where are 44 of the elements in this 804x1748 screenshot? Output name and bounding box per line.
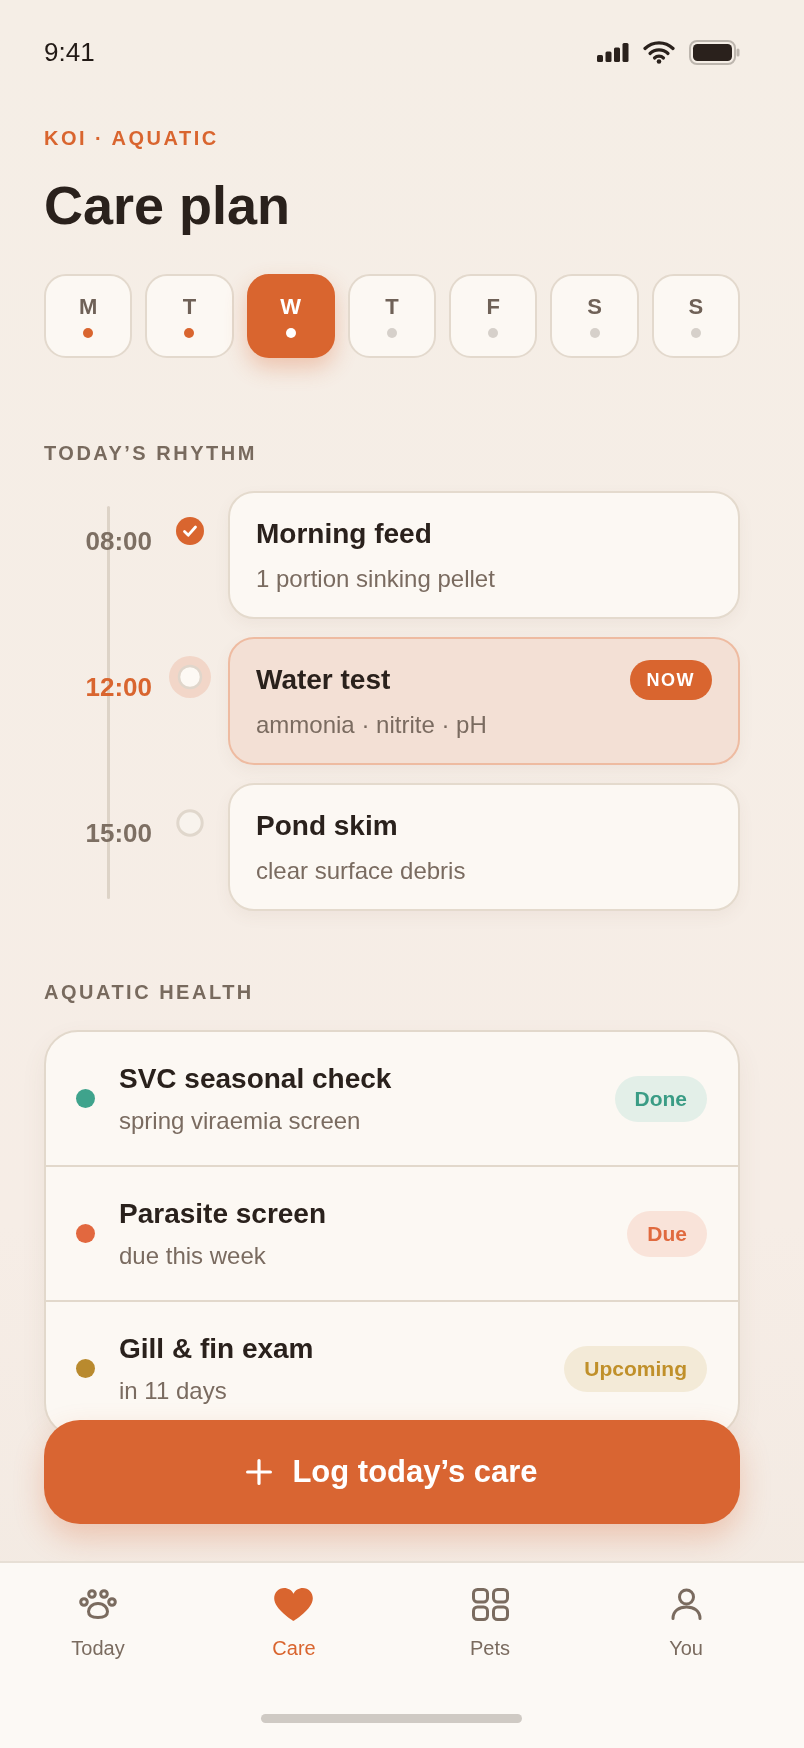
log-care-button[interactable]: Log today’s care	[44, 1420, 740, 1524]
page-title: Care plan	[44, 174, 292, 237]
task-subtitle: clear surface debris	[256, 856, 467, 886]
day-tab[interactable]: M	[44, 274, 133, 358]
section-label: AQUATIC HEALTH	[44, 980, 255, 1004]
section-label: TODAY’S RHYTHM	[44, 441, 258, 465]
task-time: 15:00	[85, 818, 152, 848]
eyebrow-label: KOI · AQUATIC	[44, 126, 220, 150]
check-title: Parasite screen	[119, 1196, 327, 1231]
check-subtitle: in 11 days	[119, 1375, 227, 1406]
day-tab[interactable]: T	[145, 274, 234, 358]
task-time: 08:00	[85, 526, 152, 556]
paw-icon	[79, 1589, 117, 1619]
check-subtitle: due this week	[119, 1240, 266, 1271]
plus-icon	[246, 1459, 273, 1485]
check-title: Gill & fin exam	[119, 1331, 314, 1366]
check-title: SVC seasonal check	[119, 1061, 392, 1096]
task-subtitle: 1 portion sinking pellet	[256, 564, 496, 594]
tab-bar-item[interactable]: Today	[65, 1586, 131, 1660]
task-title: Water test	[256, 663, 391, 697]
day-tab[interactable]: T	[347, 274, 437, 358]
person-icon	[670, 1588, 702, 1620]
day-tab[interactable]: F	[449, 274, 538, 358]
heart-icon	[274, 1587, 314, 1621]
battery-icon	[689, 39, 740, 65]
day-tab[interactable]: W	[246, 274, 335, 358]
status-badge: Done	[614, 1075, 707, 1122]
check-subtitle: spring viraemia screen	[119, 1105, 361, 1136]
day-tab[interactable]: S	[651, 274, 740, 358]
now-badge: NOW	[629, 660, 712, 700]
task-title: Pond skim	[256, 809, 398, 843]
tab-bar-item[interactable]: Care	[266, 1586, 322, 1660]
status-badge: Due	[627, 1210, 707, 1257]
task-title: Morning feed	[256, 517, 432, 551]
task-subtitle: ammonia · nitrite · pH	[256, 710, 488, 740]
day-tab[interactable]: S	[550, 274, 639, 358]
task-time: 12:00	[85, 672, 152, 702]
status-badge: Upcoming	[564, 1345, 707, 1392]
wifi-icon	[643, 40, 675, 64]
grid-icon	[471, 1587, 509, 1621]
status-time: 9:41	[44, 37, 95, 67]
tab-bar-item[interactable]: Pets	[464, 1586, 516, 1660]
tab-bar-item[interactable]: You	[663, 1586, 709, 1660]
signal-icon	[597, 42, 629, 62]
